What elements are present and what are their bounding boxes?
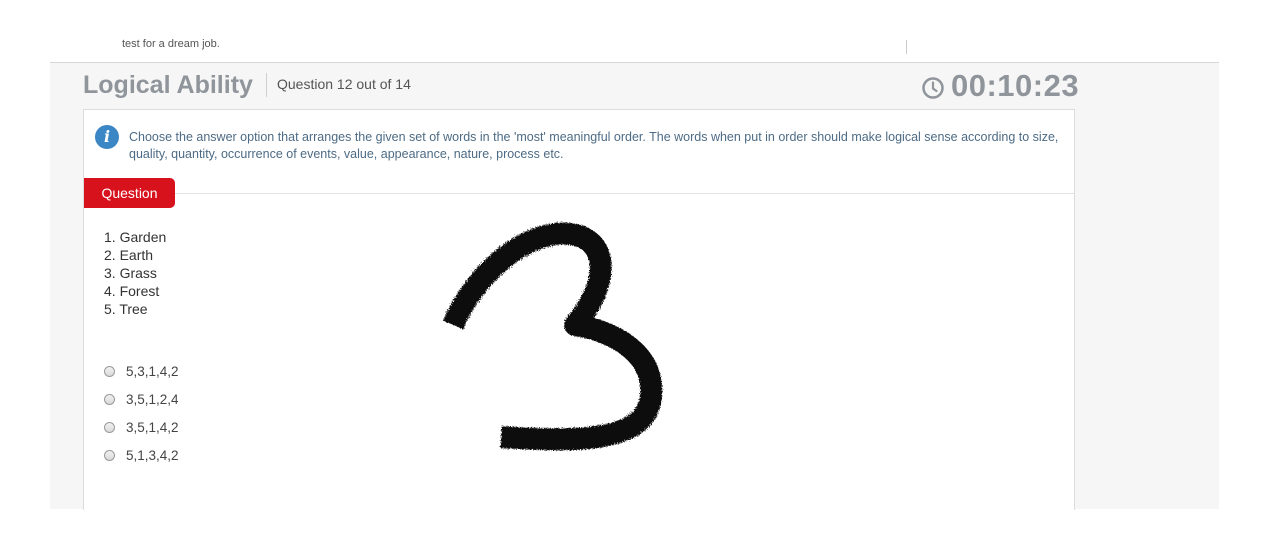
option-label[interactable]: 5,1,3,4,2 xyxy=(126,448,179,463)
info-icon: i xyxy=(95,125,119,149)
word-item: 1. Garden xyxy=(104,229,167,245)
option-label[interactable]: 3,5,1,2,4 xyxy=(126,392,179,407)
cut-off-tagline: test for a dream job. xyxy=(122,38,220,50)
answer-options: 5,3,1,4,2 3,5,1,2,4 3,5,1,4,2 5,1,3,4,2 xyxy=(104,357,179,469)
top-divider xyxy=(906,40,907,54)
word-list: 1. Garden 2. Earth 3. Grass 4. Forest 5.… xyxy=(104,228,166,318)
word-item: 2. Earth xyxy=(104,247,154,263)
word-item: 3. Grass xyxy=(104,265,157,281)
option-radio[interactable] xyxy=(104,421,115,433)
clock-icon xyxy=(922,77,944,99)
title-divider xyxy=(266,73,267,97)
instructions-text: Choose the answer option that arranges t… xyxy=(129,130,1059,161)
word-item: 5. Tree xyxy=(104,301,148,317)
timer-value: 00:10:23 xyxy=(951,68,1080,103)
option-radio[interactable] xyxy=(104,365,115,377)
section-title: Logical Ability xyxy=(83,71,253,99)
top-strip: test for a dream job. xyxy=(50,0,1219,63)
option-radio[interactable] xyxy=(104,393,115,405)
option-radio[interactable] xyxy=(104,449,115,461)
question-tab: Question xyxy=(84,178,175,208)
word-item: 4. Forest xyxy=(104,283,160,299)
option-label[interactable]: 5,3,1,4,2 xyxy=(126,364,179,379)
answer-option[interactable]: 3,5,1,4,2 xyxy=(104,413,179,441)
timer: 00:10:23 xyxy=(922,68,1079,104)
question-counter: Question 12 out of 14 xyxy=(277,76,411,92)
instructions-box: i Choose the answer option that arranges… xyxy=(84,110,1074,194)
answer-option[interactable]: 5,1,3,4,2 xyxy=(104,441,179,469)
handwritten-digit-overlay xyxy=(442,222,663,451)
answer-option[interactable]: 5,3,1,4,2 xyxy=(104,357,179,385)
answer-option[interactable]: 3,5,1,2,4 xyxy=(104,385,179,413)
option-label[interactable]: 3,5,1,4,2 xyxy=(126,420,179,435)
